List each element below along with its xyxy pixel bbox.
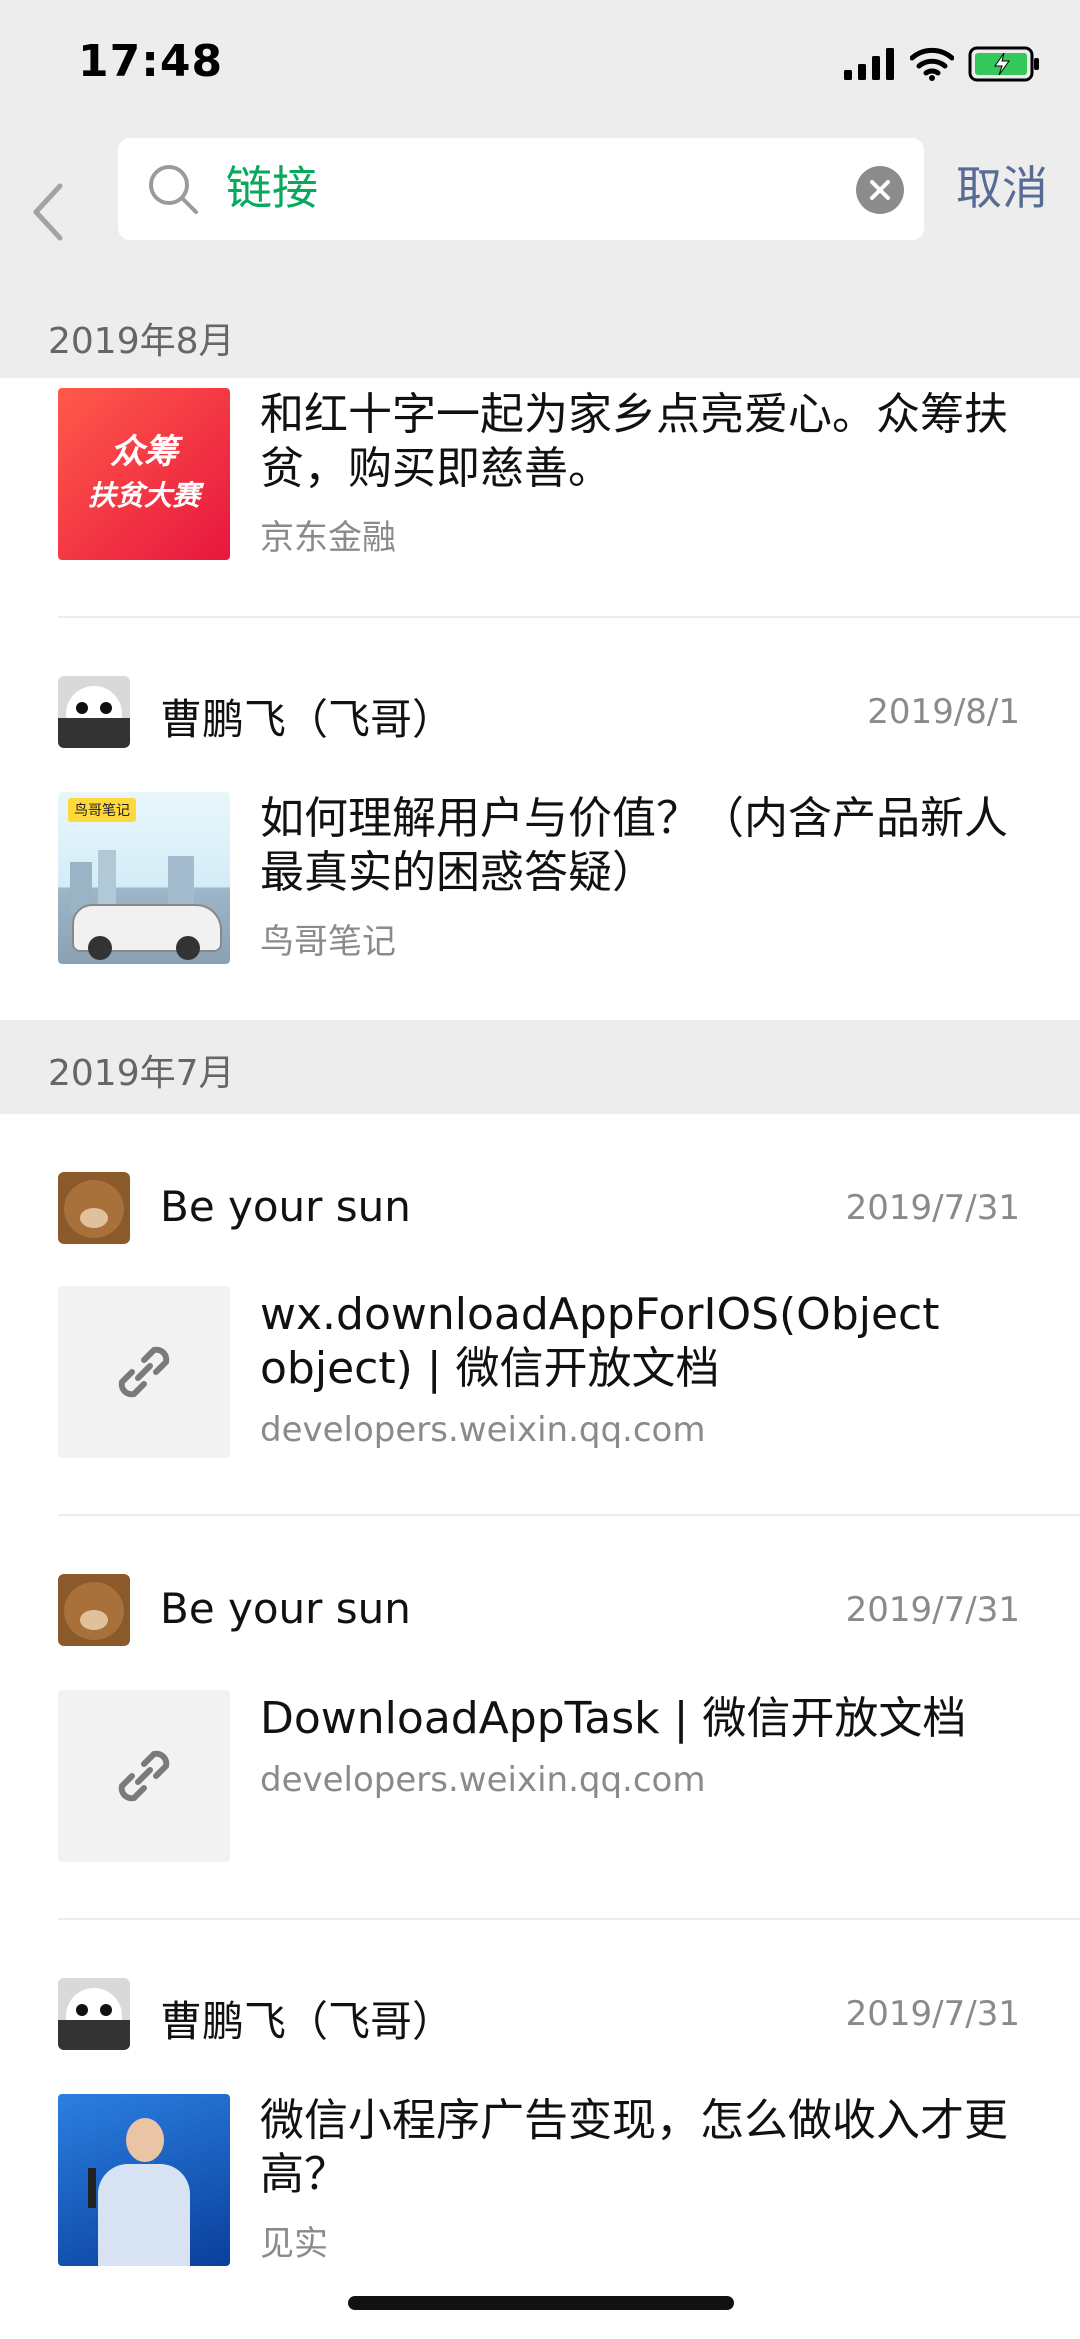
article-source: developers.weixin.qq.com (260, 1410, 706, 1450)
wifi-icon (910, 47, 954, 81)
article-title: DownloadAppTask | 微信开放文档 (260, 1693, 967, 1744)
thumbnail-tag: 鸟哥笔记 (68, 798, 136, 822)
article-title: 和红十字一起为家乡点亮爱心。众筹扶贫，购买即慈善。 (260, 389, 1008, 494)
sender-name: 曹鹏飞（飞哥） (160, 1997, 455, 2046)
article-thumbnail: 众筹 扶贫大赛 (58, 388, 230, 560)
article-title: wx.downloadAppForIOS(Object object) | 微信… (260, 1289, 940, 1394)
thumbnail-text: 扶贫大赛 (87, 479, 200, 512)
article-title: 微信小程序广告变现，怎么做收入才更高？ (260, 2095, 1008, 2200)
status-bar: 17:48 (0, 0, 1080, 130)
article-source: 京东金融 (260, 518, 396, 558)
avatar[interactable] (58, 1172, 130, 1244)
link-thumbnail (58, 1286, 230, 1458)
message-date: 2019/7/31 (845, 1590, 1020, 1630)
article-source: developers.weixin.qq.com (260, 1760, 706, 1800)
cancel-button[interactable]: 取消 (956, 158, 1048, 218)
link-icon (118, 1750, 170, 1802)
message-date: 2019/8/1 (867, 692, 1020, 732)
message-date: 2019/7/31 (845, 1994, 1020, 2034)
link-icon (118, 1346, 170, 1398)
sender-name: 曹鹏飞（飞哥） (160, 695, 455, 744)
clear-icon (870, 180, 890, 200)
article-thumbnail: 鸟哥笔记 (58, 792, 230, 964)
avatar[interactable] (58, 676, 130, 748)
section-header-aug: 2019年8月 (0, 298, 1080, 378)
article-source: 鸟哥笔记 (260, 922, 396, 962)
sender-name: Be your sun (160, 1182, 411, 1231)
search-header: 链接 取消 (0, 130, 1080, 298)
status-icons (844, 44, 1042, 84)
thumbnail-text: 众筹 (110, 432, 178, 472)
signal-icon (844, 48, 894, 80)
link-thumbnail (58, 1690, 230, 1862)
section-header-jul: 2019年7月 (0, 1020, 1080, 1114)
section-label: 2019年8月 (48, 321, 235, 362)
avatar[interactable] (58, 1574, 130, 1646)
home-indicator (348, 2296, 734, 2310)
avatar[interactable] (58, 1978, 130, 2050)
divider (58, 616, 1080, 618)
search-input[interactable]: 链接 (226, 158, 318, 218)
article-title: 如何理解用户与价值？（内含产品新人最真实的困惑答疑） (260, 793, 1008, 898)
back-button[interactable] (22, 162, 72, 262)
status-time: 17:48 (78, 36, 224, 87)
sender-name: Be your sun (160, 1584, 411, 1633)
divider (58, 1918, 1080, 1920)
article-source: 见实 (260, 2224, 328, 2264)
clear-button[interactable] (856, 166, 904, 214)
divider (58, 1514, 1080, 1516)
battery-charging-icon (968, 46, 1039, 82)
search-box[interactable]: 链接 (118, 138, 924, 240)
section-label: 2019年7月 (48, 1053, 235, 1094)
message-date: 2019/7/31 (845, 1188, 1020, 1228)
search-icon (149, 165, 198, 214)
chevron-left-icon (33, 183, 63, 241)
article-thumbnail (58, 2094, 230, 2266)
